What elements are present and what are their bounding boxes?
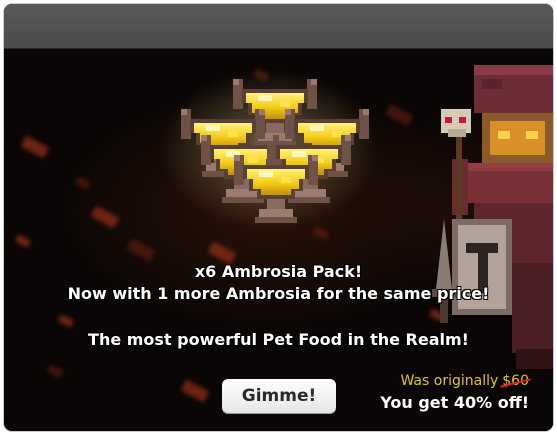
pack-subtitle: Now with 1 more Ambrosia for the same pr… xyxy=(67,284,490,303)
offer-banner: x6 Ambrosia Pack! Now with 1 more Ambros… xyxy=(4,49,553,431)
offer-dialog: x6 Ambrosia Pack! Now with 1 more Ambros… xyxy=(4,4,553,431)
discount-label: You get 40% off! xyxy=(380,393,529,412)
pixel-adventurer-sprite xyxy=(432,65,553,369)
dialog-title-bar[interactable] xyxy=(4,4,553,49)
original-price-prefix: Was originally xyxy=(400,373,499,389)
gimme-button[interactable]: Gimme! xyxy=(222,379,336,413)
original-price-label: Was originally $60 xyxy=(400,373,529,389)
pack-tagline: The most powerful Pet Food in the Realm! xyxy=(88,330,469,349)
pack-title: x6 Ambrosia Pack! xyxy=(194,262,363,281)
original-price-value: $60 xyxy=(502,373,529,389)
